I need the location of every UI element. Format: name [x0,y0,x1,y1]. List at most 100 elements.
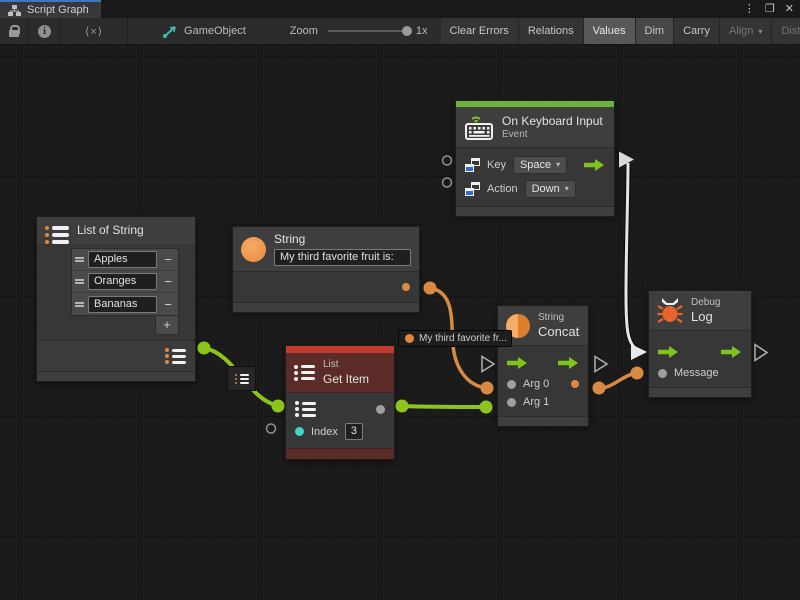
node-title: List of String [77,223,144,237]
chevron-down-icon: ▾ [758,27,762,36]
dim-button[interactable]: Dim [636,18,675,44]
carry-button[interactable]: Carry [674,18,720,44]
lock-button[interactable] [0,18,29,44]
string-value-field[interactable]: My third favorite fruit is: [274,249,411,266]
list-inline-editor: Apples − Oranges − Bananas − [71,248,179,316]
list-icon [294,365,315,381]
bug-icon [657,297,683,324]
node-footer [37,371,195,381]
index-input-port[interactable] [295,427,304,436]
tab-script-graph[interactable]: Script Graph [0,0,101,18]
error-stripe [286,346,394,353]
values-button[interactable]: Values [584,18,636,44]
add-item-button[interactable]: + [155,316,179,335]
flow-output-arrow-icon[interactable] [584,159,605,171]
node-get-item[interactable]: List Get Item Index 3 [285,345,395,460]
lock-icon [9,25,19,37]
relations-button[interactable]: Relations [519,18,584,44]
remove-item-button[interactable]: − [161,274,175,289]
node-category: Debug [691,297,720,309]
node-concat[interactable]: String Concat Arg 0 Arg 1 [497,305,589,427]
align-button[interactable]: Align▾ [720,18,772,44]
window-close-icon[interactable]: ✕ [785,0,794,18]
port-row-flow [498,351,588,375]
list-output-port-icon[interactable] [165,348,186,364]
list-item-row: Bananas − [72,293,178,315]
port-row-output [233,272,419,302]
enum-icon [465,182,480,196]
action-port-label: Action [487,183,518,195]
gameobject-icon [163,25,178,38]
node-title: Concat [538,325,579,339]
node-on-keyboard-input[interactable]: On Keyboard Input Event Key Space▾ Actio… [455,100,615,217]
tab-title: Script Graph [27,4,89,16]
node-list-of-string[interactable]: List of String Apples − Oranges − Banana… [36,216,196,382]
node-title: Log [691,310,720,324]
zoom-value: 1x [416,25,428,37]
port-row-action: Action Down▾ [456,177,614,201]
distribute-button[interactable]: Distribute▾ [772,18,800,44]
arg1-input-port[interactable] [507,398,516,407]
info-button[interactable]: i [29,18,61,44]
chevron-down-icon: ▾ [565,182,569,196]
flow-input-arrow-icon[interactable] [658,346,679,358]
key-port-label: Key [487,159,506,171]
message-input-port[interactable] [658,369,667,378]
remove-item-button[interactable]: − [161,297,175,312]
flow-output-arrow-icon[interactable] [558,357,579,369]
string-value-bubble: My third favorite fr... [398,330,512,347]
zoom-label: Zoom [290,25,318,37]
item-output-port[interactable] [376,405,385,414]
node-footer [649,387,751,397]
list-input-port-icon[interactable] [295,401,316,417]
node-footer [233,302,419,312]
flow-input-arrow-icon[interactable] [507,357,528,369]
zoom-slider-handle[interactable] [402,26,412,36]
gameobject-label: GameObject [184,25,246,37]
arg1-port-label: Arg 1 [523,396,549,408]
index-value-field[interactable]: 3 [345,423,363,440]
list-item-field[interactable]: Bananas [88,296,157,313]
list-item-field[interactable]: Apples [88,251,157,268]
port-row-arg1: Arg 1 [498,393,588,411]
keyboard-icon [464,113,494,141]
result-output-port[interactable] [571,380,579,388]
graph-toolbar: i ⟨×⟩ GameObject Zoom 1x Clear Errors Re… [0,18,800,45]
window-maximize-icon[interactable]: ❐ [765,0,775,18]
string-output-port[interactable] [402,283,410,291]
list-item-row: Apples − [72,249,178,271]
zoom-slider[interactable] [328,30,408,32]
node-subtitle: Event [502,129,603,140]
node-footer [286,448,394,459]
node-footer [456,206,614,216]
graph-target[interactable]: GameObject [154,18,255,44]
arg0-input-port[interactable] [507,380,516,389]
action-dropdown[interactable]: Down▾ [525,180,576,198]
code-view-button[interactable]: ⟨×⟩ [61,18,128,44]
node-string-literal[interactable]: String My third favorite fruit is: [232,226,420,313]
port-row-key: Key Space▾ [456,153,614,177]
graph-icon [8,5,21,16]
list-icon [45,226,69,244]
list-item-row: Oranges − [72,271,178,293]
list-icon [235,374,249,384]
flow-output-arrow-icon[interactable] [721,346,742,358]
port-row-arg0: Arg 0 [498,375,588,393]
node-category: String [538,312,579,324]
string-value-text: My third favorite fr... [419,333,507,344]
list-item-field[interactable]: Oranges [88,273,157,290]
remove-item-button[interactable]: − [161,252,175,267]
string-type-dot [405,334,414,343]
key-dropdown[interactable]: Space▾ [513,156,567,174]
window-tab-bar: Script Graph ⋮ ❐ ✕ [0,0,800,18]
port-row-index: Index 3 [286,420,394,443]
node-title: On Keyboard Input [502,114,603,128]
drag-handle-icon[interactable] [75,257,84,262]
drag-handle-icon[interactable] [75,302,84,307]
window-menu-icon[interactable]: ⋮ [744,0,755,18]
drag-handle-icon[interactable] [75,279,84,284]
enum-icon [465,158,480,172]
clear-errors-button[interactable]: Clear Errors [441,18,519,44]
node-title: String [274,232,411,246]
node-debug-log[interactable]: Debug Log Message [648,290,752,398]
